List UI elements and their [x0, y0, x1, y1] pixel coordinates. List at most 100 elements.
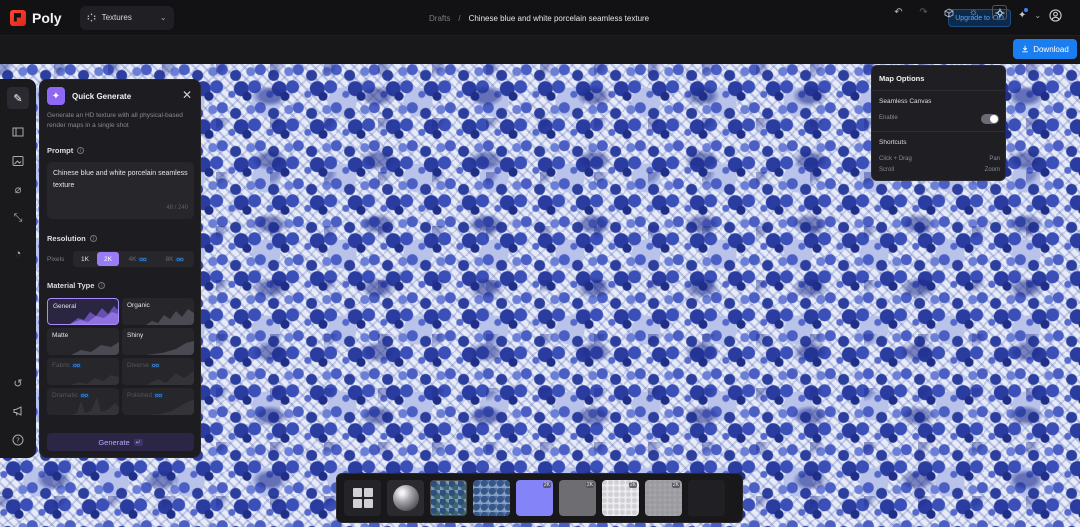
prompt-char-count: 48 / 240 [166, 205, 188, 211]
ao-map-thumb[interactable]: 2K [645, 480, 682, 516]
resolution-heading: Resolution i [47, 234, 97, 243]
wave-graphic [71, 375, 119, 385]
info-icon[interactable]: i [77, 147, 85, 154]
breadcrumb-current[interactable]: Chinese blue and white porcelain seamles… [469, 14, 650, 23]
material-label: Fabric [52, 362, 71, 369]
material-sphere-icon[interactable]: ◔ [10, 246, 26, 262]
map-strip: 2K 2K 2K 2K [336, 473, 743, 523]
pro-badge: OO [138, 256, 148, 262]
sparkle-icon[interactable]: ✦ [1018, 8, 1029, 21]
resolution-badge: 2K [585, 482, 594, 488]
poly-logo-icon [10, 9, 26, 26]
image-edit-icon[interactable] [10, 153, 26, 169]
quick-generate-panel: ✦ Quick Generate ✕ Generate an HD textur… [39, 79, 201, 458]
material-general[interactable]: General [47, 298, 119, 325]
panel-title: Quick Generate [72, 91, 132, 101]
notification-dot [1024, 8, 1029, 12]
top-right-icons: ✦ ⌄ [1018, 8, 1062, 22]
history-icon[interactable]: ↺ [10, 375, 26, 391]
material-diverse[interactable]: Diverse OO [122, 358, 194, 385]
wave-graphic [71, 397, 119, 415]
canvas-tools: ↶ ↷ ☼ [892, 5, 1007, 20]
enter-key-icon: ↵ [133, 438, 143, 446]
height-map-thumb[interactable]: 2K [602, 480, 639, 516]
material-organic[interactable]: Organic [122, 298, 194, 325]
download-button[interactable]: Download [1013, 39, 1077, 59]
undo-icon[interactable]: ↶ [892, 6, 905, 19]
resolution-badge: 2K [542, 482, 551, 488]
resolution-segmented-control: 1K 2K 4K OO 8K OO [73, 251, 194, 267]
material-polished[interactable]: Polished OO [122, 388, 194, 415]
eraser-icon[interactable]: ⌀ [10, 181, 26, 197]
resolution-option-label: 2K [104, 255, 112, 263]
announcement-icon[interactable] [10, 403, 26, 419]
magic-wand-icon[interactable]: ✎ [7, 87, 29, 109]
prompt-input[interactable]: Chinese blue and white porcelain seamles… [47, 162, 194, 219]
chevron-down-icon[interactable]: ⌄ [1034, 11, 1041, 20]
chevron-down-icon: ⌄ [159, 13, 167, 22]
cube-view-icon[interactable] [942, 6, 955, 19]
expand-icon[interactable]: ⤡ [10, 210, 26, 226]
albedo-map-thumb[interactable] [430, 480, 467, 516]
resolution-option-label: 1K [81, 255, 89, 263]
roughness-map-thumb[interactable]: 2K [559, 480, 596, 516]
resolution-option-8k[interactable]: 8K OO [157, 252, 193, 266]
seamless-heading: Seamless Canvas [879, 98, 932, 105]
map-panel-icon[interactable] [10, 124, 26, 140]
wave-graphic [146, 400, 194, 415]
resolution-badge: 2K [671, 482, 680, 488]
breadcrumb-parent[interactable]: Drafts [429, 14, 450, 23]
pro-badge: OO [175, 256, 185, 262]
resolution-option-2k[interactable]: 2K [97, 252, 119, 266]
user-avatar-icon[interactable] [1049, 9, 1062, 22]
enable-label: Enable [879, 115, 898, 121]
resolution-option-1k[interactable]: 1K [74, 252, 96, 266]
divider [872, 131, 1005, 132]
resolution-option-label: 4K [128, 255, 137, 263]
resolution-row: Pixels 1K 2K 4K OO 8K OO [47, 251, 194, 267]
resolution-label: Resolution [47, 234, 86, 243]
generate-label: Generate [98, 437, 130, 447]
info-icon[interactable]: i [89, 235, 97, 242]
material-grid: General Organic Matte Shiny Fabric OO Div… [47, 298, 194, 415]
material-dramatic[interactable]: Dramatic OO [47, 388, 119, 415]
close-icon[interactable]: ✕ [182, 88, 192, 102]
normal-map-thumb[interactable]: 2K [516, 480, 553, 516]
tool-rail: ✎ ⌀ ⤡ ◔ ↺ ? [0, 79, 36, 458]
material-matte[interactable]: Matte [47, 328, 119, 355]
pixels-label: Pixels [47, 255, 65, 263]
map-options-icon[interactable] [992, 5, 1007, 20]
shortcut-action: Scroll [879, 167, 895, 173]
info-icon[interactable]: i [98, 282, 106, 289]
material-fabric[interactable]: Fabric OO [47, 358, 119, 385]
generate-button[interactable]: Generate ↵ [47, 433, 194, 451]
seamless-toggle[interactable] [981, 114, 999, 124]
app-name: Poly [32, 9, 62, 26]
shortcut-result: Pan [989, 156, 1000, 162]
wave-graphic [146, 371, 194, 385]
map-options-title: Map Options [879, 74, 925, 83]
help-icon[interactable]: ? [10, 432, 26, 448]
diffuse-map-thumb[interactable] [473, 480, 510, 516]
resolution-badge: 2K [628, 482, 637, 488]
project-select-label: Textures [101, 13, 132, 22]
project-select[interactable]: Textures ⌄ [79, 5, 174, 30]
shortcut-result: Zoom [984, 167, 1000, 173]
app-logo[interactable]: Poly [10, 9, 62, 26]
redo-icon[interactable]: ↷ [917, 6, 930, 19]
metallic-map-thumb[interactable] [688, 480, 725, 516]
material-label: Matte [52, 332, 69, 339]
prompt-heading: Prompt i [47, 146, 85, 155]
material-shiny[interactable]: Shiny [122, 328, 194, 355]
panel-description: Generate an HD texture with all physical… [47, 112, 183, 129]
grid-view-icon[interactable] [344, 480, 381, 516]
prompt-text: Chinese blue and white porcelain seamles… [53, 170, 188, 189]
shortcut-row: Scroll Zoom [879, 167, 1000, 173]
light-icon[interactable]: ☼ [967, 6, 980, 19]
shortcuts-heading: Shortcuts [879, 139, 907, 146]
wave-graphic [71, 342, 119, 355]
resolution-option-4k[interactable]: 4K OO [120, 252, 156, 266]
shortcut-action: Click + Drag [879, 156, 912, 162]
breadcrumb-separator: / [458, 13, 461, 23]
sphere-preview[interactable] [387, 480, 424, 516]
